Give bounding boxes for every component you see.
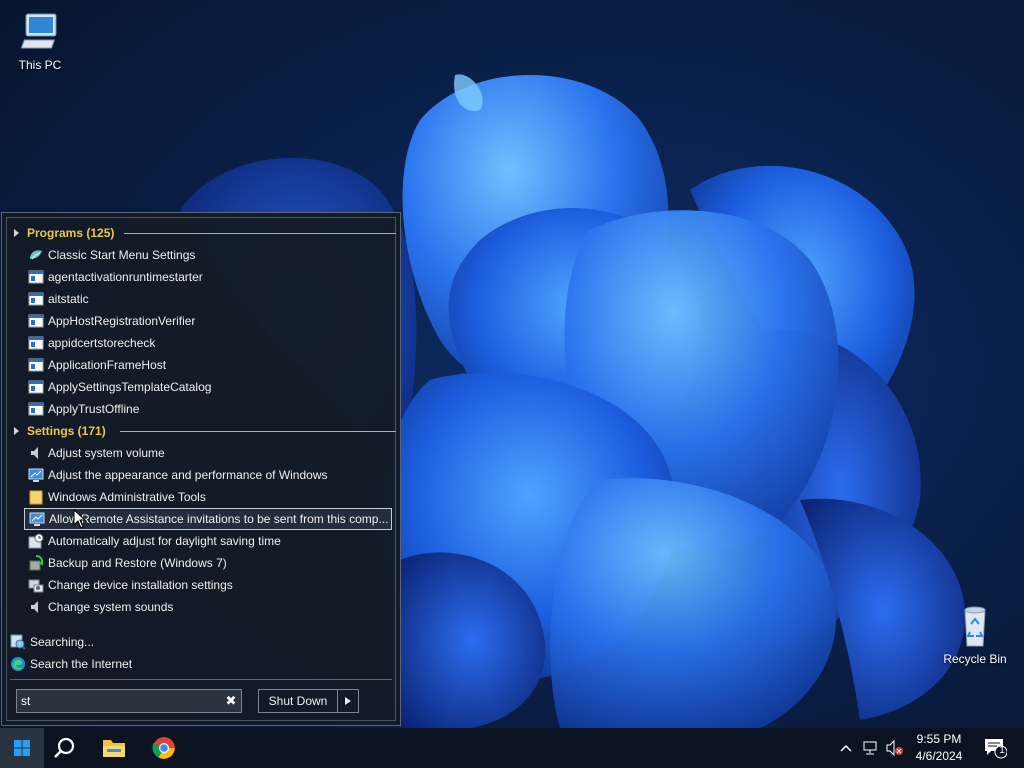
- program-item-agentactivationruntimestarter[interactable]: agentactivationruntimestarter: [24, 266, 392, 288]
- searching-status: Searching...: [10, 631, 94, 653]
- clock-icon: [28, 533, 44, 549]
- mouse-pointer-icon: [73, 509, 87, 529]
- notification-count-badge: 1: [999, 745, 1005, 756]
- program-item-applysettingstemplatecatalog[interactable]: ApplySettingsTemplateCatalog: [24, 376, 392, 398]
- setting-item-adjust-appearance-performance[interactable]: Adjust the appearance and performance of…: [24, 464, 392, 486]
- settings-section-header[interactable]: Settings (171): [14, 421, 396, 441]
- start-button[interactable]: [0, 728, 44, 768]
- taskbar-chrome-button[interactable]: [142, 728, 186, 768]
- computer-icon: [16, 8, 64, 56]
- app-window-icon: [28, 291, 44, 307]
- setting-item-daylight-saving-time[interactable]: Automatically adjust for daylight saving…: [24, 530, 392, 552]
- network-icon: [863, 741, 877, 755]
- app-window-icon: [28, 313, 44, 329]
- desktop-icon-this-pc[interactable]: This PC: [0, 8, 80, 72]
- show-hidden-icons-button[interactable]: [836, 728, 856, 768]
- network-tray-button[interactable]: [860, 728, 882, 768]
- start-menu-search-box[interactable]: ✖: [16, 689, 242, 713]
- clear-search-icon[interactable]: ✖: [221, 691, 241, 711]
- program-item-applicationframehost[interactable]: ApplicationFrameHost: [24, 354, 392, 376]
- search-input[interactable]: [17, 692, 221, 710]
- edge-icon: [10, 656, 26, 672]
- start-icon: [14, 740, 30, 756]
- shutdown-button-group: Shut Down: [258, 689, 359, 713]
- speaker-icon: [28, 599, 44, 615]
- setting-item-adjust-system-volume[interactable]: Adjust system volume: [24, 442, 392, 464]
- setting-item-backup-and-restore[interactable]: Backup and Restore (Windows 7): [24, 552, 392, 574]
- setting-item-change-device-installation[interactable]: Change device installation settings: [24, 574, 392, 596]
- setting-item-windows-administrative-tools[interactable]: Windows Administrative Tools: [24, 486, 392, 508]
- program-item-aitstatic[interactable]: aitstatic: [24, 288, 392, 310]
- program-item-apphostregistrationverifier[interactable]: AppHostRegistrationVerifier: [24, 310, 392, 332]
- clock-date: 4/6/2024: [915, 749, 963, 763]
- file-explorer-icon: [103, 740, 125, 757]
- backup-icon: [28, 555, 44, 571]
- shell-icon: [28, 247, 44, 263]
- app-window-icon: [28, 269, 44, 285]
- monitor-icon: [28, 467, 44, 483]
- desktop-icon-label: Recycle Bin: [943, 652, 1007, 666]
- section-divider: [120, 431, 396, 432]
- program-item-appidcertstorecheck[interactable]: appidcertstorecheck: [24, 332, 392, 354]
- settings-header-label: Settings (171): [27, 424, 106, 438]
- device-icon: [28, 577, 44, 593]
- section-divider: [124, 233, 396, 234]
- start-menu: Programs (125) Classic Start Menu Settin…: [1, 212, 401, 726]
- notification-center-button[interactable]: 1: [980, 728, 1010, 768]
- taskbar-clock[interactable]: 9:55 PM 4/6/2024: [906, 731, 972, 765]
- chevron-up-icon: [840, 744, 852, 752]
- app-window-icon: [28, 335, 44, 351]
- app-window-icon: [28, 379, 44, 395]
- recycle-bin-icon: [951, 602, 999, 650]
- shutdown-options-arrow-icon[interactable]: [338, 690, 358, 712]
- volume-muted-icon: [886, 740, 903, 756]
- app-window-icon: [28, 357, 44, 373]
- desktop-icon-label: This PC: [18, 58, 62, 72]
- taskbar-file-explorer-button[interactable]: [92, 728, 136, 768]
- volume-tray-button[interactable]: [884, 728, 906, 768]
- programs-header-label: Programs (125): [27, 226, 115, 240]
- expand-triangle-icon: [14, 229, 19, 237]
- menu-separator: [10, 679, 392, 680]
- search-the-internet-item[interactable]: Search the Internet: [10, 653, 132, 675]
- speaker-icon: [28, 445, 44, 461]
- desktop-icon-recycle-bin[interactable]: Recycle Bin: [935, 602, 1015, 666]
- chrome-icon: [152, 737, 175, 759]
- programs-section-header[interactable]: Programs (125): [14, 223, 396, 243]
- shutdown-button[interactable]: Shut Down: [259, 690, 338, 712]
- search-files-icon: [10, 634, 26, 650]
- program-item-applytrustoffline[interactable]: ApplyTrustOffline: [24, 398, 392, 420]
- search-icon: [54, 737, 75, 758]
- app-window-icon: [28, 401, 44, 417]
- program-item-classic-start-menu-settings[interactable]: Classic Start Menu Settings: [24, 244, 392, 266]
- setting-item-change-system-sounds[interactable]: Change system sounds: [24, 596, 392, 618]
- expand-triangle-icon: [14, 427, 19, 435]
- monitor-icon: [29, 511, 45, 527]
- taskbar: 9:55 PM 4/6/2024 1: [0, 728, 1024, 768]
- clock-time: 9:55 PM: [916, 732, 962, 746]
- folder-icon: [28, 489, 44, 505]
- taskbar-search-button[interactable]: [42, 728, 86, 768]
